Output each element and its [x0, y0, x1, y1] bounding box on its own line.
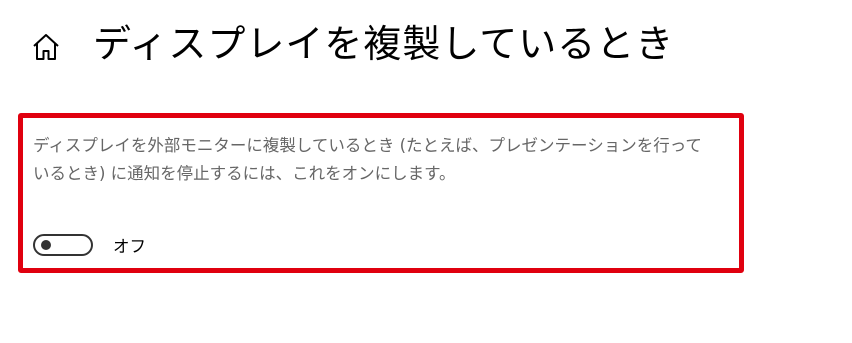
page-header: ディスプレイを複製しているとき	[0, 0, 852, 90]
highlighted-setting-panel: ディスプレイを外部モニターに複製しているとき (たとえば、プレゼンテーションを行…	[18, 113, 744, 273]
home-icon[interactable]	[31, 32, 61, 62]
page-title: ディスプレイを複製しているとき	[93, 22, 675, 66]
notification-toggle-switch[interactable]	[33, 234, 93, 256]
toggle-state-label: オフ	[113, 237, 146, 256]
toggle-row: オフ	[33, 231, 146, 259]
setting-description: ディスプレイを外部モニターに複製しているとき (たとえば、プレゼンテーションを行…	[33, 136, 702, 183]
toggle-knob	[41, 240, 51, 250]
